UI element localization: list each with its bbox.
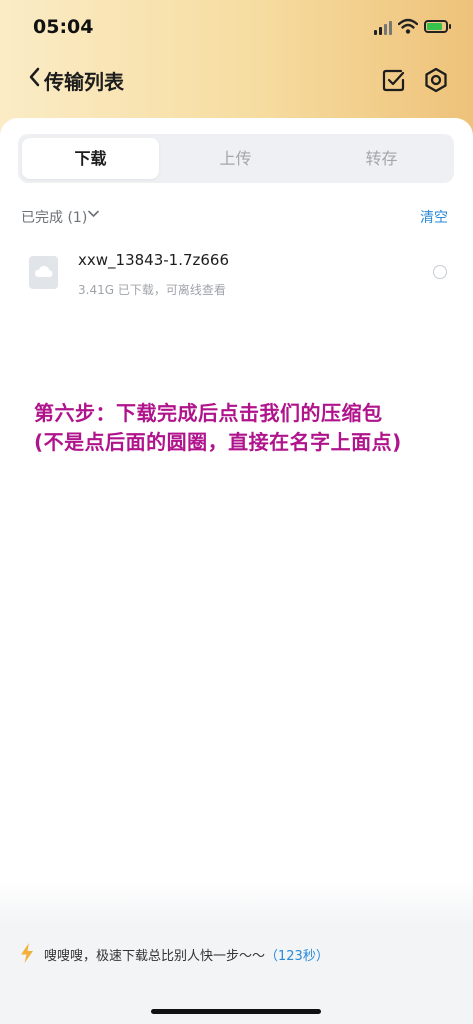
tab-download[interactable]: 下载 [22,138,159,179]
wifi-icon [398,18,418,34]
page-title: 传输列表 [44,70,124,94]
file-name[interactable]: xxw_13843-1.7z666 [78,251,229,269]
nav-bar: 传输列表 [0,60,473,100]
file-meta: 3.41G 已下载，可离线查看 [78,283,226,297]
status-time: 05:04 [33,16,94,38]
select-check-icon[interactable] [382,68,406,92]
chevron-down-icon[interactable] [88,210,99,218]
back-icon[interactable] [28,67,40,87]
instruction-line-2: (不是点后面的圆圈，直接在名字上面点) [34,430,402,454]
transfer-tabs: 下载 上传 转存 [18,134,454,183]
settings-gear-icon[interactable] [423,67,449,93]
speed-tip: 嗖嗖嗖，极速下载总比别人快一步～～（123秒） [44,945,329,964]
speed-tip-text: 嗖嗖嗖，极速下载总比别人快一步～～ [44,949,266,964]
instruction-line-1: 第六步：下载完成后点击我们的压缩包 [34,401,383,425]
home-indicator[interactable] [151,1009,321,1014]
footer-fade [0,880,473,925]
clear-button[interactable]: 清空 [420,207,448,227]
status-bar: 05:04 [0,0,473,56]
completed-section-label[interactable]: 已完成 (1) [21,207,87,227]
tab-upload[interactable]: 上传 [167,138,304,179]
select-radio[interactable] [433,265,447,279]
tab-transfer[interactable]: 转存 [313,138,450,179]
cloud-file-icon[interactable] [29,256,58,289]
lightning-icon [21,943,33,963]
battery-icon [424,20,448,33]
speed-tip-time: （123秒） [265,949,329,964]
battery-nub [449,24,451,29]
signal-icon [374,21,394,35]
